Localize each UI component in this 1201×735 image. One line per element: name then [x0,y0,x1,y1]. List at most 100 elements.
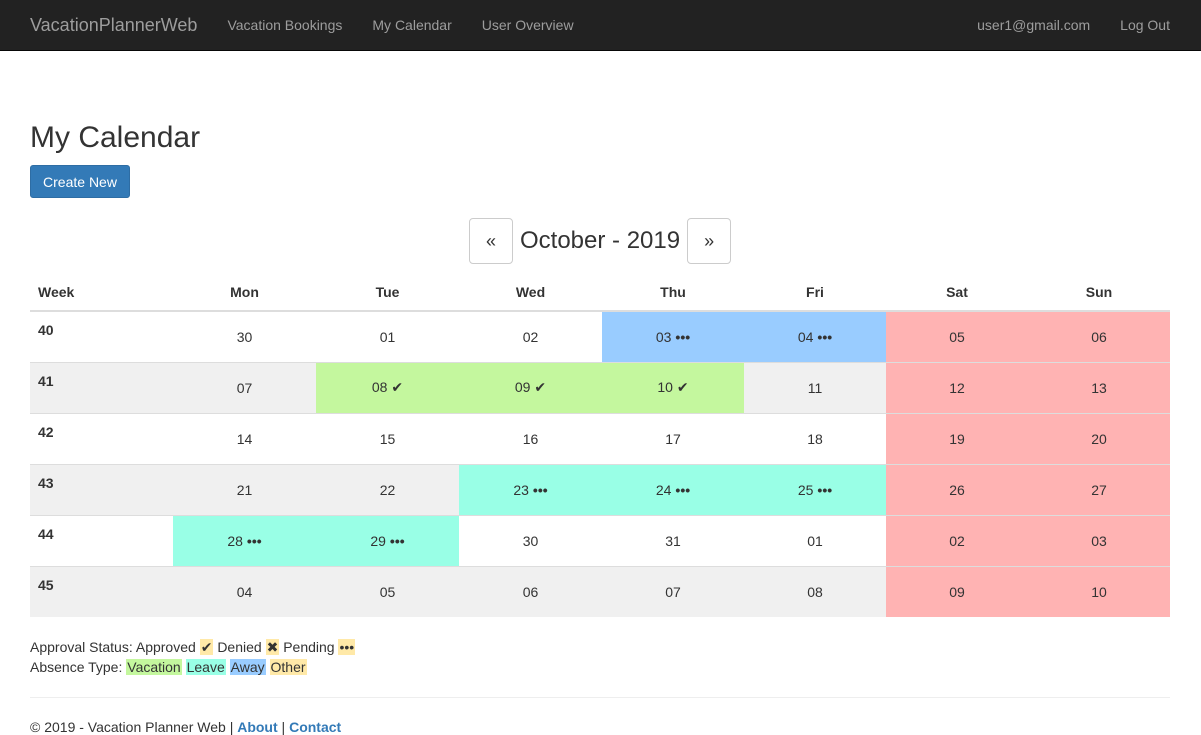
day-cell[interactable]: 09 ✔ [459,361,602,413]
day-number: 12 [949,379,965,396]
day-cell[interactable]: 19 [886,412,1028,464]
legend-vacation-chip: Vacation [126,659,182,675]
day-cell[interactable]: 08 [744,565,886,617]
legend-away-chip: Away [229,659,266,675]
day-cell[interactable]: 01 [744,514,886,566]
day-number: 21 [236,481,253,498]
day-cell[interactable]: 03 [1028,514,1170,566]
create-new-button[interactable]: Create New [30,165,130,198]
day-cell[interactable]: 29 ••• [316,514,459,566]
nav-my-calendar[interactable]: My Calendar [357,0,466,50]
legend-other-chip: Other [269,659,307,675]
footer-copyright: © 2019 - Vacation Planner Web | [30,719,234,735]
day-cell[interactable]: 21 [173,463,316,515]
day-cell[interactable]: 10 [1028,565,1170,617]
day-cell[interactable]: 05 [316,565,459,617]
header-mon: Mon [173,273,316,312]
day-cell[interactable]: 18 [744,412,886,464]
footer-divider [30,697,1170,698]
day-cell[interactable]: 12 [886,361,1028,413]
day-cell[interactable]: 30 [173,310,316,362]
day-number: 19 [949,430,965,447]
day-number: 24 [655,481,672,498]
day-number: 08 [371,379,388,395]
day-cell[interactable]: 04 [173,565,316,617]
ellipsis-icon: ••• [532,481,548,498]
day-cell[interactable]: 26 [886,463,1028,515]
calendar-table: Week Mon Tue Wed Thu Fri Sat Sun 40 30 01 0… [30,273,1170,617]
day-cell[interactable]: 14 [173,412,316,464]
day-cell[interactable]: 01 [316,310,459,362]
day-number: 08 [807,583,823,600]
week-number: 40 [30,310,173,362]
brand-link[interactable]: VacationPlannerWeb [30,15,197,36]
ellipsis-icon: ••• [675,481,691,498]
ellipsis-icon: ••• [389,532,405,549]
footer-contact-link[interactable]: Contact [289,719,341,735]
day-cell[interactable]: 30 [459,514,602,566]
week-number: 42 [30,412,173,464]
check-icon: ✔ [676,379,689,395]
day-number: 15 [379,430,396,447]
day-cell[interactable]: 22 [316,463,459,515]
check-icon: ✔ [534,379,547,395]
day-cell[interactable]: 02 [459,310,602,362]
day-cell[interactable]: 15 [316,412,459,464]
day-cell[interactable]: 10 ✔ [602,361,744,413]
day-cell[interactable]: 16 [459,412,602,464]
day-number: 30 [522,532,539,549]
ellipsis-icon: ••• [817,481,833,498]
header-wed: Wed [459,273,602,312]
day-number: 20 [1091,430,1107,447]
check-icon: ✔ [199,639,214,655]
day-number: 09 [514,379,531,395]
prev-month-button[interactable]: « [469,218,513,264]
day-cell[interactable]: 13 [1028,361,1170,413]
day-number: 29 [370,532,386,549]
day-number: 05 [949,328,965,345]
day-cell[interactable]: 07 [173,361,316,413]
day-cell[interactable]: 23 ••• [459,463,602,515]
legend-denied-label: Denied [217,639,262,655]
user-email-link[interactable]: user1@gmail.com [962,0,1105,50]
legend-type-row: Absence Type: Vacation Leave Away Other [30,657,355,677]
header-fri: Fri [744,273,886,312]
day-cell[interactable]: 24 ••• [602,463,744,515]
day-cell[interactable]: 05 [886,310,1028,362]
nav-user-overview[interactable]: User Overview [467,0,589,50]
navbar: VacationPlannerWeb Vacation Bookings My … [0,0,1201,51]
nav-user-menu: user1@gmail.com Log Out [962,0,1185,50]
day-cell[interactable]: 06 [459,565,602,617]
day-cell[interactable]: 17 [602,412,744,464]
day-number: 18 [807,430,823,447]
day-cell[interactable]: 04 ••• [744,310,886,362]
legend-status-label: Approval Status: [30,639,133,655]
ellipsis-icon: ••• [817,328,833,345]
day-cell[interactable]: 08 ✔ [316,361,459,413]
nav-vacation-bookings[interactable]: Vacation Bookings [212,0,357,50]
day-cell[interactable]: 20 [1028,412,1170,464]
day-cell[interactable]: 02 [886,514,1028,566]
day-cell[interactable]: 25 ••• [744,463,886,515]
footer-about-link[interactable]: About [237,719,277,735]
day-number: 25 [797,481,814,498]
day-cell[interactable]: 06 [1028,310,1170,362]
day-number: 23 [513,481,529,498]
day-cell[interactable]: 28 ••• [173,514,316,566]
logout-link[interactable]: Log Out [1105,0,1185,50]
day-cell[interactable]: 07 [602,565,744,617]
day-cell[interactable]: 11 [744,361,886,413]
day-cell[interactable]: 09 [886,565,1028,617]
day-cell[interactable]: 03 ••• [602,310,744,362]
week-row: 42 14 15 16 17 18 19 20 [30,412,1170,464]
day-cell[interactable]: 31 [602,514,744,566]
week-row: 45 04 05 06 07 08 09 10 [30,565,1170,617]
header-sat: Sat [886,273,1028,312]
next-month-button[interactable]: » [687,218,732,264]
day-cell[interactable]: 27 [1028,463,1170,515]
day-number: 26 [949,481,965,498]
day-number: 16 [522,430,539,447]
day-number: 31 [665,532,681,549]
day-number: 06 [522,583,539,600]
day-number: 07 [236,379,253,396]
